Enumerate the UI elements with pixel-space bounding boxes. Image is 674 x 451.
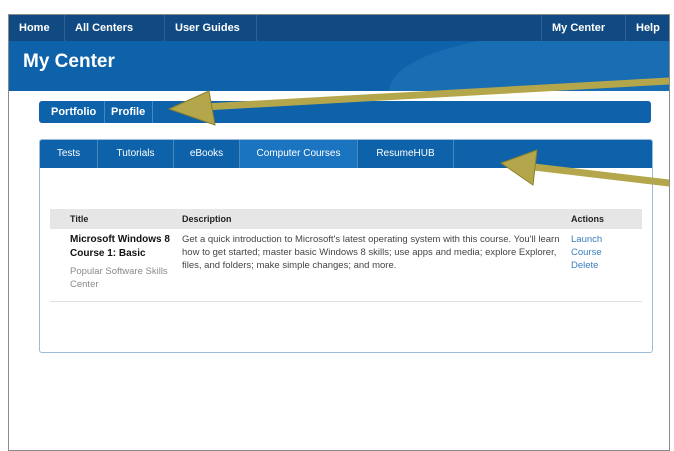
arrow-to-profile-icon	[167, 77, 669, 126]
annotation-arrows	[167, 77, 669, 187]
arrow-to-tabs-icon	[499, 149, 669, 187]
browser-frame: Home All Centers User Guides My Center H…	[8, 14, 670, 451]
